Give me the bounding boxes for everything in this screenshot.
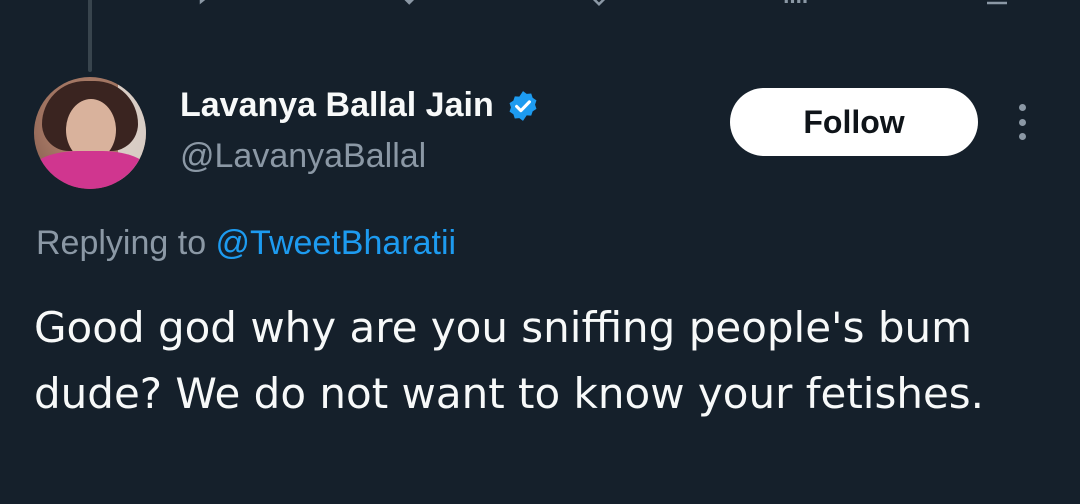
avatar[interactable] — [34, 77, 146, 189]
previous-tweet-action-bar — [0, 0, 1080, 12]
share-action[interactable] — [982, 0, 1012, 8]
views-icon — [784, 0, 807, 3]
like-action[interactable] — [584, 0, 614, 8]
thread-connector-line — [88, 0, 92, 72]
like-icon — [592, 0, 606, 7]
bookmark-icon — [987, 1, 1007, 5]
retweet-icon — [404, 0, 415, 5]
author-name-row: Lavanya Ballal Jain — [180, 86, 540, 125]
more-vertical-icon[interactable] — [1010, 104, 1034, 140]
replying-to-prefix: Replying to — [36, 224, 216, 262]
reply-icon — [199, 0, 206, 5]
tweet-reply-view: Lavanya Ballal Jain @LavanyaBallal Follo… — [0, 0, 1080, 504]
reply-action[interactable] — [196, 0, 226, 8]
retweet-action[interactable] — [386, 0, 420, 8]
replying-to-mention[interactable]: @TweetBharatii — [216, 224, 457, 262]
author-handle[interactable]: @LavanyaBallal — [180, 137, 426, 176]
tweet-text: Good god why are you sniffing people's b… — [34, 303, 985, 418]
verified-badge-icon — [509, 90, 537, 121]
replying-to-line: Replying to @TweetBharatii — [36, 224, 456, 263]
author-display-name[interactable]: Lavanya Ballal Jain — [180, 86, 494, 125]
views-action[interactable] — [780, 0, 810, 8]
follow-button[interactable]: Follow — [730, 88, 978, 156]
